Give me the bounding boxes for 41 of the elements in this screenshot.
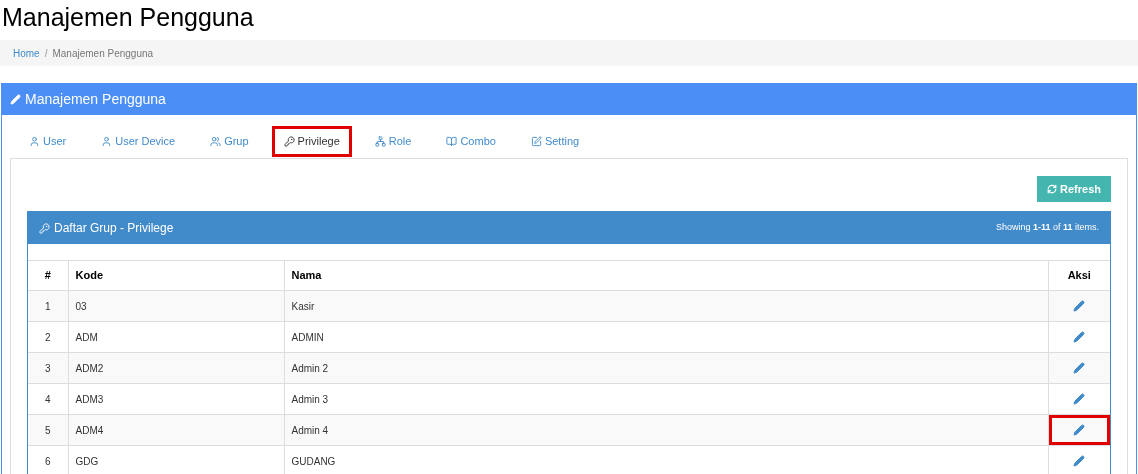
- edit-icon: [530, 136, 542, 147]
- table-cell: 5: [28, 414, 68, 446]
- table-cell: GUDANG: [284, 445, 1048, 474]
- table-cell: 6: [28, 445, 68, 474]
- pencil-icon: [1073, 424, 1086, 436]
- table-cell: 1: [28, 290, 68, 322]
- page-title: Manajemen Pengguna: [1, 2, 255, 33]
- book-icon: [446, 136, 458, 147]
- pencil-icon: [1073, 300, 1086, 312]
- table-cell: 2: [28, 321, 68, 353]
- list-title: Daftar Grup - Privilege: [54, 220, 174, 237]
- tab[interactable]: User: [17, 126, 79, 157]
- refresh-button[interactable]: Refresh: [1037, 176, 1111, 202]
- key-icon: [39, 222, 50, 234]
- pencil-icon: [1073, 393, 1086, 405]
- tab[interactable]: Setting: [518, 126, 592, 157]
- summary-text: Showing 1-11 of 11 items.: [995, 221, 1099, 235]
- table-cell: 3: [28, 352, 68, 384]
- table-cell: GDG: [68, 445, 284, 474]
- edit-button[interactable]: [1048, 415, 1110, 445]
- pencil-icon: [10, 94, 21, 105]
- breadcrumb-separator: /: [44, 46, 48, 61]
- user-icon: [29, 136, 40, 147]
- breadcrumb-current: Manajemen Pengguna: [52, 46, 154, 61]
- panel-title: Manajemen Pengguna: [25, 90, 166, 109]
- tab[interactable]: Grup: [198, 126, 261, 157]
- refresh-icon: [1047, 184, 1058, 194]
- breadcrumb-link[interactable]: Home: [13, 45, 40, 61]
- column-header: #: [28, 260, 68, 291]
- table-cell: 4: [28, 383, 68, 415]
- tab[interactable]: Role: [362, 126, 424, 157]
- users-icon: [210, 136, 222, 147]
- pencil-icon: [1073, 362, 1086, 374]
- user-icon: [101, 136, 113, 147]
- tab[interactable]: User Device: [89, 126, 188, 157]
- hierarchy-icon: [374, 136, 386, 147]
- tab[interactable]: Privilege: [271, 126, 352, 157]
- key-icon: [283, 136, 295, 147]
- pencil-icon: [1073, 331, 1086, 343]
- pencil-icon: [1073, 455, 1086, 467]
- tab[interactable]: Combo: [434, 126, 508, 157]
